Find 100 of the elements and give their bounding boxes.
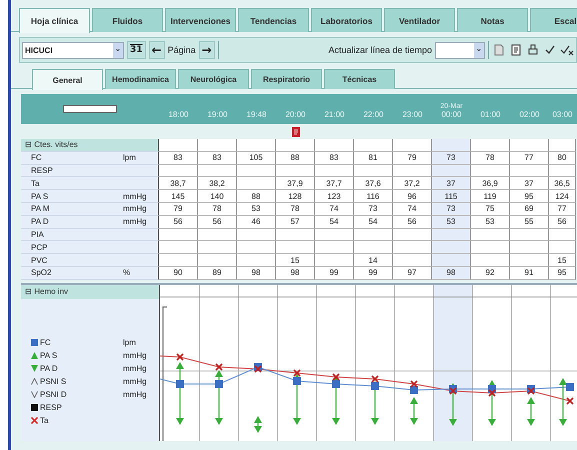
tab[interactable]: Laboratorios <box>311 8 382 32</box>
table-cell: 56 <box>198 216 237 229</box>
table-cell: 73 <box>354 202 393 216</box>
tab[interactable]: Tendencias <box>238 8 309 32</box>
row-label: PVC <box>30 256 48 265</box>
table-cell <box>510 164 549 178</box>
tab[interactable]: Hoja clínica <box>19 8 90 33</box>
table-cell: 99 <box>315 266 354 280</box>
table-cell: 97 <box>393 266 432 280</box>
table-cell: 98 <box>276 266 315 280</box>
tab[interactable]: Escal <box>530 8 577 32</box>
table-cell <box>315 241 354 254</box>
row-label: SpO2 <box>30 268 52 278</box>
next-button[interactable]: → <box>198 41 215 59</box>
tab[interactable]: Neurológica <box>178 69 249 89</box>
table-cell <box>237 228 276 242</box>
table-cell: 90 <box>159 266 198 280</box>
row-label: PCP <box>30 242 48 252</box>
check-icon[interactable] <box>543 43 557 57</box>
pressure-range-marker <box>254 416 262 433</box>
table-cell: 54 <box>354 216 393 229</box>
check-cross-icon[interactable] <box>560 43 574 57</box>
time-label: 00:00 <box>441 110 462 119</box>
table-cell: 89 <box>198 266 237 280</box>
time-label: 18:00 <box>168 110 189 119</box>
table-cell: 74 <box>393 202 432 216</box>
table-cell <box>354 164 393 178</box>
tab[interactable]: General <box>32 69 103 90</box>
legend-label: PA S <box>40 351 58 360</box>
table-cell: 95 <box>549 266 576 280</box>
temperature-point <box>371 374 379 383</box>
print-icon[interactable] <box>526 43 540 57</box>
tab[interactable]: Técnicas <box>324 69 395 89</box>
timeline-select[interactable]: ⌄ <box>435 42 485 58</box>
table-cell: 79 <box>393 152 432 165</box>
unit-label: mmHg <box>123 364 147 374</box>
section-header[interactable]: ⊟ Ctes. vits/es <box>21 139 159 152</box>
table-cell: 78 <box>198 202 237 216</box>
table-cell: 38,7 <box>159 177 198 190</box>
table-cell: 38,2 <box>198 177 237 190</box>
table-cell: 37,9 <box>276 177 315 190</box>
table-cell <box>159 164 198 178</box>
temperature-point <box>449 386 457 395</box>
table-cell: 73 <box>432 202 471 216</box>
table-cell: 92 <box>471 266 510 280</box>
table-cell: 105 <box>237 152 276 165</box>
time-label: 02:00 <box>519 110 540 119</box>
table-cell <box>393 164 432 178</box>
row-label: PA M <box>30 204 51 214</box>
table-cell: 124 <box>549 190 576 203</box>
table-cell <box>159 241 198 254</box>
table-cell: 53 <box>237 202 276 216</box>
unit-label: mmHg <box>123 351 147 360</box>
tab[interactable]: Intervenciones <box>165 8 236 32</box>
table-cell: 95 <box>510 190 549 203</box>
table-cell: 123 <box>315 190 354 203</box>
section-header[interactable]: ⊟ Hemo inv <box>21 284 159 299</box>
table-cell: 36,5 <box>549 177 576 190</box>
table-cell: 46 <box>237 216 276 229</box>
timeline-label: Actualizar línea de tiempo <box>328 45 432 55</box>
temperature-point <box>566 396 574 405</box>
table-cell: 96 <box>393 190 432 203</box>
table-cell <box>393 228 432 242</box>
tab[interactable]: Ventilador <box>384 8 455 32</box>
pressure-range-marker <box>410 396 418 425</box>
table-cell: 37,2 <box>393 177 432 190</box>
temperature-point <box>293 368 301 377</box>
table-cell <box>198 164 237 178</box>
table-cell: 83 <box>159 152 198 165</box>
table-cell: 77 <box>549 202 576 216</box>
row-label: PA S <box>30 192 50 201</box>
pressure-range-marker <box>176 362 184 425</box>
table-cell <box>198 254 237 267</box>
row-label: Ta <box>30 178 40 188</box>
unit-label: % <box>123 268 130 278</box>
table-cell <box>471 254 510 267</box>
time-label: 19:00 <box>207 110 228 119</box>
table-cell: 128 <box>276 190 315 203</box>
table-cell <box>549 164 576 178</box>
notes-icon[interactable] <box>509 43 523 57</box>
pressure-range-marker <box>215 370 223 425</box>
event-marker-icon[interactable] <box>292 126 300 136</box>
unit-select[interactable]: HICUCI ⌄ <box>22 42 124 58</box>
unit-label: mmHg <box>123 204 147 214</box>
table-cell: 99 <box>354 266 393 280</box>
previous-button[interactable]: ← <box>148 41 165 59</box>
tab[interactable]: Notas <box>457 8 528 32</box>
table-cell <box>276 164 315 178</box>
table-cell: 119 <box>471 190 510 203</box>
table-cell: 79 <box>159 202 198 216</box>
tab[interactable]: Respiratorio <box>251 69 322 89</box>
tab[interactable]: Hemodinamica <box>105 69 176 89</box>
tab[interactable]: Fluidos <box>92 8 163 32</box>
row-label: PA D <box>30 217 50 226</box>
calendar-button[interactable]: 31 <box>127 41 146 59</box>
table-cell <box>237 177 276 190</box>
text-field[interactable] <box>63 105 117 113</box>
pressure-range-marker <box>527 396 535 426</box>
table-cell <box>549 228 576 242</box>
table-cell: 37,6 <box>354 177 393 190</box>
